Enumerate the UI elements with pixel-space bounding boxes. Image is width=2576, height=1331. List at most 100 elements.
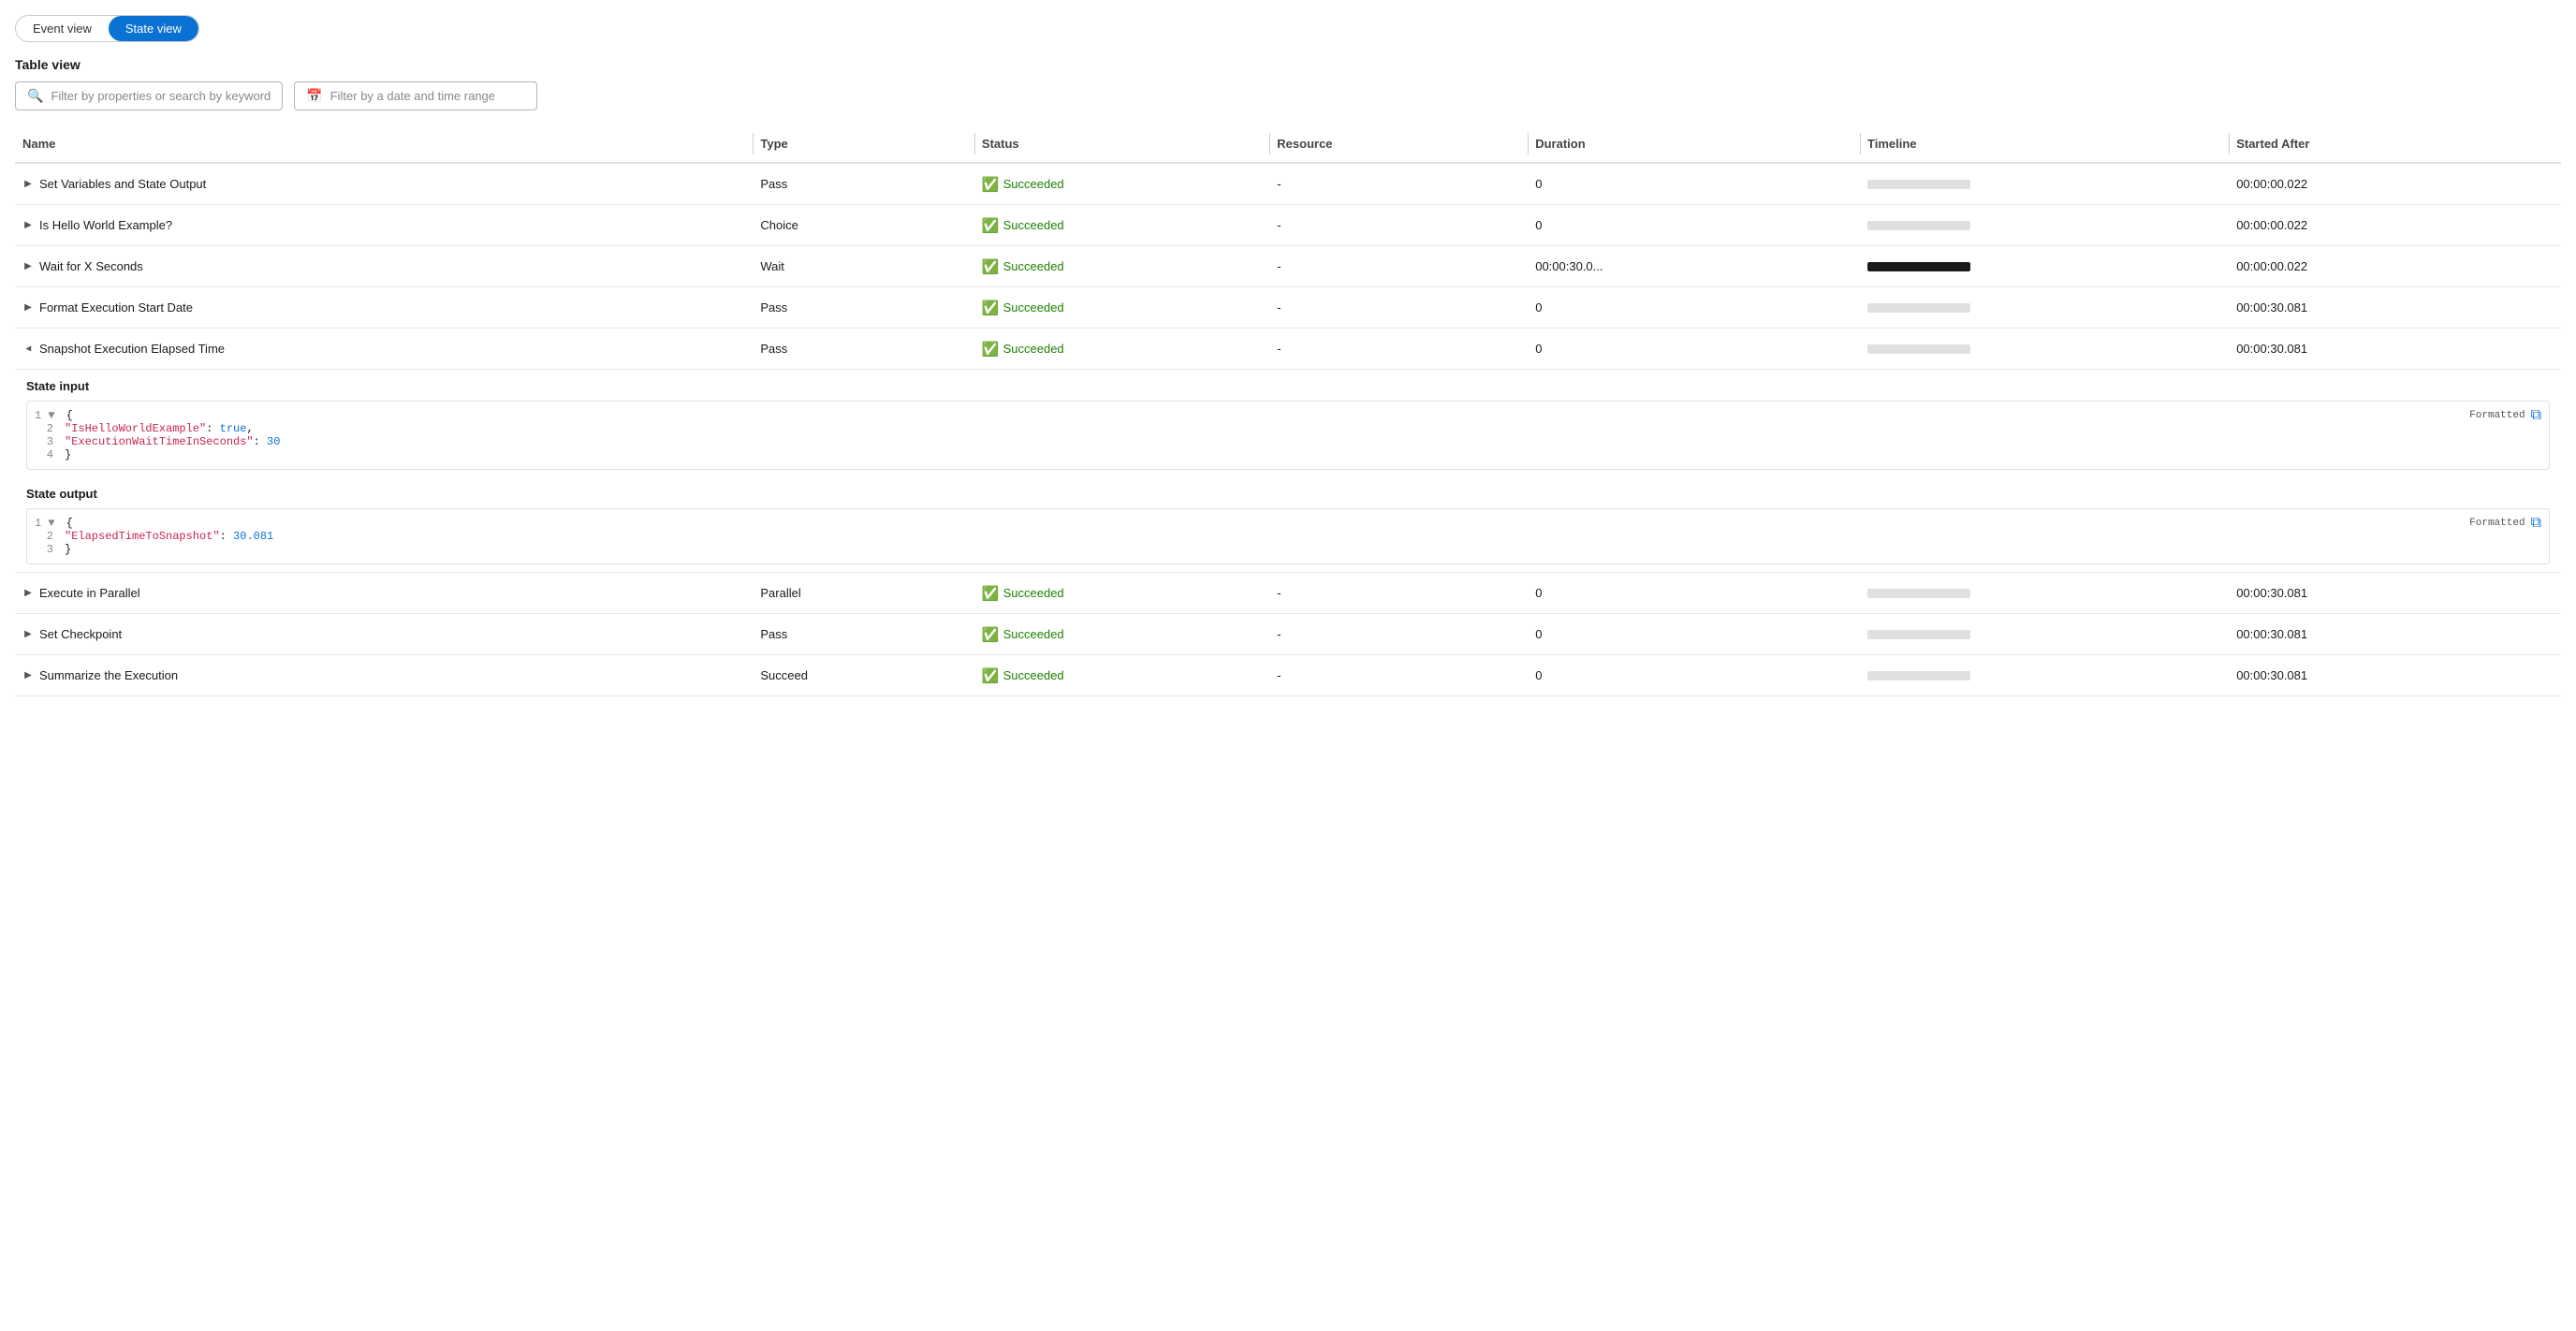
row-timeline-col <box>1860 662 2229 690</box>
code-block: 1 ▼{2 "ElapsedTimeToSnapshot": 30.0813}F… <box>26 508 2550 564</box>
row-type-col: Succeed <box>753 659 974 692</box>
row-resource-col: - <box>1269 291 1528 324</box>
keyword-filter-placeholder: Filter by properties or search by keywor… <box>51 89 271 103</box>
table-row[interactable]: ▶Set Variables and State OutputPass✅Succ… <box>15 164 2561 205</box>
expand-arrow-icon[interactable]: ▶ <box>22 588 34 598</box>
table-row[interactable]: ▼Snapshot Execution Elapsed TimePass✅Suc… <box>15 329 2561 370</box>
table-row[interactable]: ▶Execute in ParallelParallel✅Succeeded-0… <box>15 573 2561 614</box>
expand-arrow-icon[interactable]: ▶ <box>22 261 34 271</box>
row-name-col: ▶ Wait for X Seconds <box>15 250 753 283</box>
row-name-text: Summarize the Execution <box>39 668 178 682</box>
row-type-col: Pass <box>753 291 974 324</box>
row-type-col: Parallel <box>753 577 974 609</box>
status-succeeded: ✅Succeeded <box>982 176 1262 193</box>
code-block: 1 ▼{2 "IsHelloWorldExample": true,3 "Exe… <box>26 401 2550 470</box>
keyword-filter[interactable]: 🔍 Filter by properties or search by keyw… <box>15 81 283 110</box>
line-number: 3 <box>35 543 53 556</box>
event-view-button[interactable]: Event view <box>16 16 109 41</box>
copy-icon[interactable]: ⧉ <box>2531 407 2541 424</box>
code-line: 1 ▼{ <box>35 517 2504 530</box>
line-number: 2 <box>35 530 53 543</box>
code-section-label: State output <box>15 477 2561 505</box>
expand-arrow-icon[interactable]: ▶ <box>22 220 34 230</box>
copy-icon[interactable]: ⧉ <box>2531 515 2541 532</box>
row-resource-col: - <box>1269 168 1528 200</box>
line-number: 1 ▼ <box>35 517 55 530</box>
col-name: Name <box>15 133 753 154</box>
row-timeline-col <box>1860 335 2229 363</box>
status-succeeded: ✅Succeeded <box>982 258 1262 275</box>
code-block-inner: 1 ▼{2 "ElapsedTimeToSnapshot": 30.0813} <box>27 509 2549 563</box>
line-content: "ExecutionWaitTimeInSeconds": 30 <box>65 435 280 448</box>
row-started-after-col: 00:00:30.081 <box>2229 659 2561 692</box>
line-content: } <box>65 448 71 461</box>
line-number: 4 <box>35 448 53 461</box>
row-status-col: ✅Succeeded <box>974 208 1269 243</box>
row-started-after-col: 00:00:30.081 <box>2229 577 2561 609</box>
timeline-bar <box>1867 671 1970 680</box>
row-status-col: ✅Succeeded <box>974 617 1269 652</box>
row-name-text: Is Hello World Example? <box>39 218 172 232</box>
expand-arrow-icon[interactable]: ▶ <box>22 302 34 313</box>
formatted-label: Formatted <box>2469 410 2525 421</box>
table-row[interactable]: ▶ Summarize the Execution Succeed✅Succeede… <box>15 655 2561 696</box>
line-content: } <box>65 543 71 556</box>
row-timeline-col <box>1860 253 2229 281</box>
row-status-col: ✅Succeeded <box>974 658 1269 694</box>
date-filter[interactable]: 📅 Filter by a date and time range <box>294 81 537 110</box>
calendar-icon: 📅 <box>306 88 322 104</box>
row-started-after-col: 00:00:30.081 <box>2229 291 2561 324</box>
state-view-button[interactable]: State view <box>109 16 198 41</box>
row-timeline-col <box>1860 579 2229 607</box>
code-line: 3} <box>35 543 2504 556</box>
row-started-after-col: 00:00:00.022 <box>2229 168 2561 200</box>
row-name-col: ▶ Summarize the Execution <box>15 659 753 692</box>
row-name-text: Wait for X Seconds <box>39 259 143 273</box>
row-type-col: Choice <box>753 209 974 241</box>
timeline-bar <box>1867 589 1970 598</box>
table-row[interactable]: ▶ Wait for X Seconds Wait ✅Succeeded-00:00:… <box>15 246 2561 287</box>
col-timeline: Timeline <box>1860 133 2229 154</box>
row-duration-col: 00:00:30.0... <box>1528 250 1860 283</box>
table-row[interactable]: ▶Set CheckpointPass✅Succeeded-000:00:30.… <box>15 614 2561 655</box>
code-actions: Formatted ⧉ <box>2469 407 2541 424</box>
row-status-col: ✅Succeeded <box>974 331 1269 367</box>
row-duration-col: 0 <box>1528 332 1860 365</box>
table-row[interactable]: ▶Format Execution Start DatePass✅Succeed… <box>15 287 2561 329</box>
row-type-col: Wait <box>753 250 974 283</box>
search-icon: 🔍 <box>27 88 43 104</box>
check-circle-icon: ✅ <box>982 176 1000 193</box>
row-started-after-col: 00:00:00.022 <box>2229 209 2561 241</box>
table-row[interactable]: ▶ Is Hello World Example? Choice ✅Succeeded… <box>15 205 2561 246</box>
row-status-col: ✅Succeeded <box>974 249 1269 285</box>
col-status: Status <box>974 133 1269 154</box>
row-duration-col: 0 <box>1528 291 1860 324</box>
row-resource-col: - <box>1269 250 1528 283</box>
code-line: 2 "ElapsedTimeToSnapshot": 30.081 <box>35 530 2504 543</box>
check-circle-icon: ✅ <box>982 626 1000 643</box>
timeline-bar <box>1867 180 1970 189</box>
row-type-col: Pass <box>753 332 974 365</box>
row-name-text: Execute in Parallel <box>39 586 140 600</box>
collapse-arrow-icon[interactable]: ▼ <box>23 344 34 355</box>
row-status-col: ✅Succeeded <box>974 290 1269 326</box>
code-section: State output 1 ▼{2 "ElapsedTimeToSnapshot… <box>15 477 2561 564</box>
expand-arrow-icon[interactable]: ▶ <box>22 670 34 680</box>
row-resource-col: - <box>1269 659 1528 692</box>
row-status-col: ✅Succeeded <box>974 167 1269 202</box>
expand-arrow-icon[interactable]: ▶ <box>22 629 34 639</box>
row-resource-col: - <box>1269 618 1528 651</box>
status-succeeded: ✅Succeeded <box>982 300 1262 316</box>
row-started-after-col: 00:00:30.081 <box>2229 332 2561 365</box>
row-status-col: ✅Succeeded <box>974 576 1269 611</box>
col-resource: Resource <box>1269 133 1528 154</box>
status-succeeded: ✅Succeeded <box>982 217 1262 234</box>
row-duration-col: 0 <box>1528 209 1860 241</box>
col-started-after: Started After <box>2229 133 2561 154</box>
row-resource-col: - <box>1269 209 1528 241</box>
timeline-bar <box>1867 630 1970 639</box>
check-circle-icon: ✅ <box>982 300 1000 316</box>
row-started-after-col: 00:00:30.081 <box>2229 618 2561 651</box>
expand-arrow-icon[interactable]: ▶ <box>22 179 34 189</box>
row-type-col: Pass <box>753 168 974 200</box>
